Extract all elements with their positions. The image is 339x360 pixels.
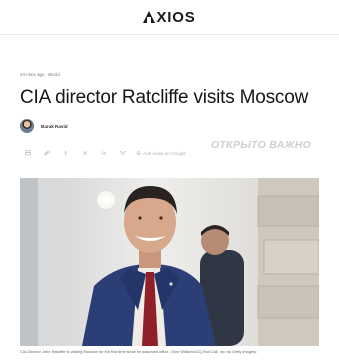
print-icon[interactable] xyxy=(24,149,32,157)
headline: CIA director Ratcliffe visits Moscow xyxy=(20,87,309,108)
share-bar: ⊕ Add Axios on Google xyxy=(24,148,186,158)
axios-a-mark-icon xyxy=(143,11,156,23)
linkedin-icon[interactable] xyxy=(100,149,108,157)
x-icon[interactable] xyxy=(81,149,89,157)
facebook-icon[interactable] xyxy=(62,149,70,157)
site-header: XIOS xyxy=(0,0,339,34)
link-icon[interactable] xyxy=(43,149,51,157)
google-plus-icon: ⊕ xyxy=(136,150,142,157)
article-meta: 24 mins ago·World xyxy=(20,72,60,77)
add-on-google-button[interactable]: ⊕ Add Axios on Google xyxy=(136,150,186,157)
header-divider xyxy=(0,34,339,35)
article-hero-image xyxy=(20,178,319,346)
section-link[interactable]: World xyxy=(48,72,60,77)
axios-logo[interactable]: XIOS xyxy=(143,9,195,26)
logo-text: XIOS xyxy=(156,8,196,26)
watermark: ОТКРЫТО ВАЖНО xyxy=(211,139,312,151)
add-on-google-label: Add Axios on Google xyxy=(143,150,186,156)
byline: Barak Ravid xyxy=(20,119,68,133)
timestamp: 24 mins ago xyxy=(20,72,45,77)
author-avatar[interactable] xyxy=(20,119,34,133)
image-caption: CIA Director John Ratcliffe is visiting … xyxy=(20,349,257,354)
bluesky-icon[interactable] xyxy=(119,149,127,157)
author-name[interactable]: Barak Ravid xyxy=(41,124,68,129)
